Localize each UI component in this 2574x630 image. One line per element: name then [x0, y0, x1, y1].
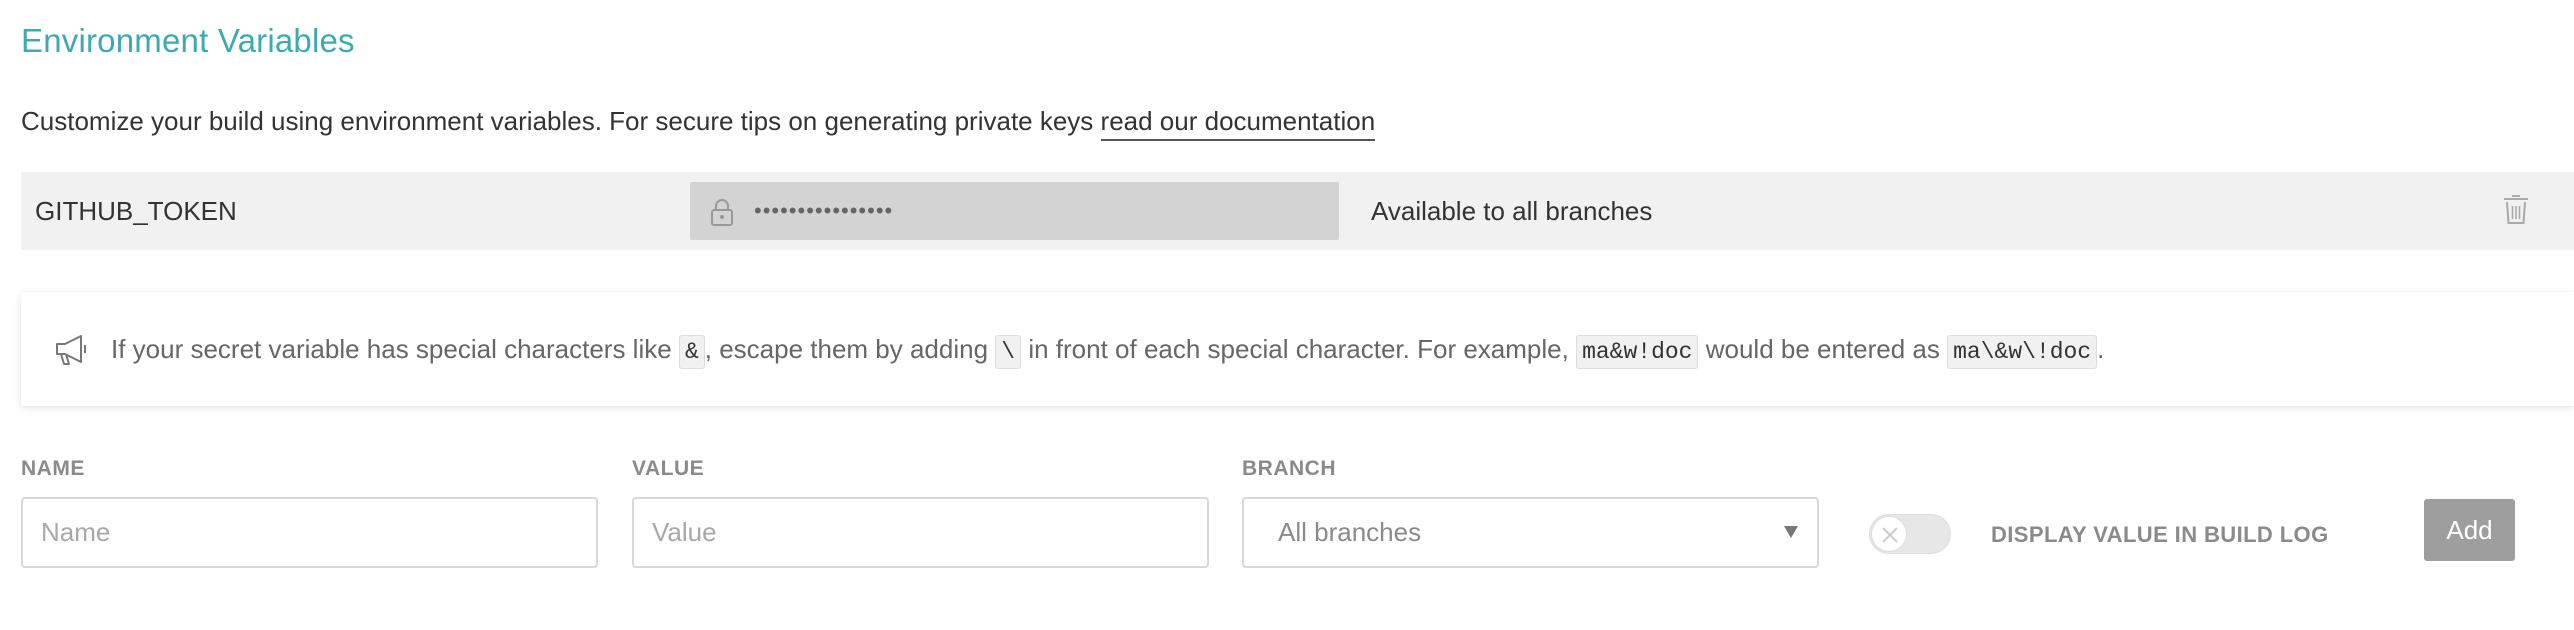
notice-text: If your secret variable has special char…: [111, 292, 2104, 409]
section-title: Environment Variables: [21, 22, 355, 59]
notice-text-part: If your secret variable has special char…: [111, 334, 672, 364]
chevron-down-icon: [1783, 525, 1799, 539]
megaphone-icon: [53, 333, 93, 367]
documentation-link[interactable]: read our documentation: [1100, 106, 1376, 141]
special-characters-notice: If your secret variable has special char…: [21, 292, 2574, 406]
close-icon: [1882, 527, 1898, 543]
toggle-knob: [1871, 516, 1907, 552]
branch-select-value: All branches: [1278, 517, 1422, 547]
notice-text-part: in front of each special character. For …: [1028, 334, 1569, 364]
notice-text-part: would be entered as: [1705, 334, 1940, 364]
code-snippet: \: [995, 335, 1022, 369]
display-value-toggle[interactable]: [1869, 514, 1951, 554]
masked-value-field: ••••••••••••••••: [690, 182, 1339, 240]
branch-label: BRANCH: [1242, 457, 1336, 480]
code-snippet: &: [678, 335, 705, 369]
description-text: Customize your build using environment v…: [21, 106, 1094, 136]
name-input[interactable]: [21, 497, 598, 568]
trash-icon[interactable]: [2501, 192, 2531, 226]
value-label: VALUE: [632, 457, 705, 480]
code-snippet: ma\&w\!doc: [1947, 335, 2098, 369]
branch-select[interactable]: All branches: [1242, 497, 1819, 568]
notice-text-part: .: [2097, 334, 2105, 364]
environment-variables-page: Environment Variables Customize your bui…: [0, 0, 2574, 630]
variable-name: GITHUB_TOKEN: [35, 196, 237, 226]
name-label: NAME: [21, 457, 85, 480]
env-variable-row: GITHUB_TOKEN •••••••••••••••• Available …: [21, 172, 2574, 250]
section-description: Customize your build using environment v…: [21, 106, 1376, 141]
lock-icon: [708, 197, 736, 227]
value-input[interactable]: [632, 497, 1209, 568]
add-button[interactable]: Add: [2424, 499, 2515, 561]
notice-text-part: , escape them by adding: [704, 334, 989, 364]
display-value-label: DISPLAY VALUE IN BUILD LOG: [1991, 522, 2329, 547]
code-snippet: ma&w!doc: [1576, 335, 1699, 369]
variable-branch: Available to all branches: [1371, 196, 1653, 226]
masked-value: ••••••••••••••••: [754, 198, 894, 223]
